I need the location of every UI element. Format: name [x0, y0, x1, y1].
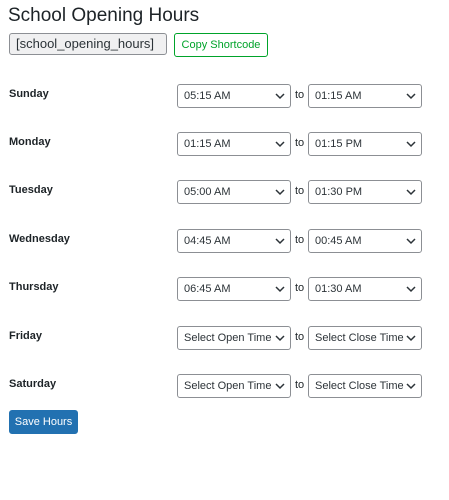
chevron-down-icon [406, 335, 416, 342]
close-time-value: 01:30 AM [315, 283, 362, 295]
close-time-select[interactable]: 00:45 AM [308, 229, 422, 253]
day-label: Monday [9, 136, 51, 148]
day-label: Friday [9, 330, 43, 342]
page-title: School Opening Hours [8, 5, 200, 26]
shortcode-field[interactable]: [school_opening_hours] [9, 33, 167, 55]
open-time-select[interactable]: Select Open Time [177, 326, 291, 350]
chevron-down-icon [406, 286, 416, 293]
close-time-value: Select Close Time [315, 332, 404, 344]
close-time-select[interactable]: 01:15 AM [308, 84, 422, 108]
open-time-value: Select Open Time [184, 332, 272, 344]
open-time-value: 06:45 AM [184, 283, 231, 295]
open-time-value: 05:00 AM [184, 186, 231, 198]
close-time-select[interactable]: 01:30 PM [308, 180, 422, 204]
to-label: to [295, 185, 305, 197]
close-time-select[interactable]: Select Close Time [308, 326, 422, 350]
to-label: to [295, 234, 305, 246]
chevron-down-icon [275, 189, 285, 196]
chevron-down-icon [406, 238, 416, 245]
to-label: to [295, 282, 305, 294]
day-row-tuesday: Tuesday 05:00 AM to 01:30 PM [0, 180, 449, 206]
save-hours-button[interactable]: Save Hours [9, 410, 78, 434]
day-label: Wednesday [9, 233, 70, 245]
day-label: Sunday [9, 88, 49, 100]
close-time-select[interactable]: 01:30 AM [308, 277, 422, 301]
close-time-select[interactable]: Select Close Time [308, 374, 422, 398]
open-time-value: Select Open Time [184, 380, 272, 392]
open-time-value: 04:45 AM [184, 235, 231, 247]
chevron-down-icon [275, 93, 285, 100]
chevron-down-icon [275, 141, 285, 148]
day-row-saturday: Saturday Select Open Time to Select Clos… [0, 374, 449, 400]
open-time-select[interactable]: Select Open Time [177, 374, 291, 398]
day-row-sunday: Sunday 05:15 AM to 01:15 AM [0, 84, 449, 110]
close-time-value: 00:45 AM [315, 235, 362, 247]
close-time-value: 01:30 PM [315, 186, 363, 198]
day-label: Thursday [9, 281, 59, 293]
open-time-select[interactable]: 05:15 AM [177, 84, 291, 108]
open-time-select[interactable]: 01:15 AM [177, 132, 291, 156]
open-time-select[interactable]: 05:00 AM [177, 180, 291, 204]
chevron-down-icon [406, 189, 416, 196]
to-label: to [295, 331, 305, 343]
chevron-down-icon [406, 93, 416, 100]
to-label: to [295, 137, 305, 149]
day-row-wednesday: Wednesday 04:45 AM to 00:45 AM [0, 229, 449, 255]
chevron-down-icon [406, 141, 416, 148]
close-time-select[interactable]: 01:15 PM [308, 132, 422, 156]
copy-shortcode-button[interactable]: Copy Shortcode [174, 33, 268, 57]
day-row-friday: Friday Select Open Time to Select Close … [0, 326, 449, 352]
day-label: Saturday [9, 378, 57, 390]
chevron-down-icon [275, 238, 285, 245]
open-time-value: 01:15 AM [184, 138, 231, 150]
day-label: Tuesday [9, 184, 53, 196]
open-time-select[interactable]: 04:45 AM [177, 229, 291, 253]
open-time-value: 05:15 AM [184, 90, 231, 102]
close-time-value: 01:15 AM [315, 90, 362, 102]
close-time-value: 01:15 PM [315, 138, 363, 150]
day-row-thursday: Thursday 06:45 AM to 01:30 AM [0, 277, 449, 303]
chevron-down-icon [406, 383, 416, 390]
to-label: to [295, 379, 305, 391]
day-row-monday: Monday 01:15 AM to 01:15 PM [0, 132, 449, 158]
chevron-down-icon [275, 286, 285, 293]
chevron-down-icon [275, 335, 285, 342]
to-label: to [295, 89, 305, 101]
open-time-select[interactable]: 06:45 AM [177, 277, 291, 301]
chevron-down-icon [275, 383, 285, 390]
close-time-value: Select Close Time [315, 380, 404, 392]
